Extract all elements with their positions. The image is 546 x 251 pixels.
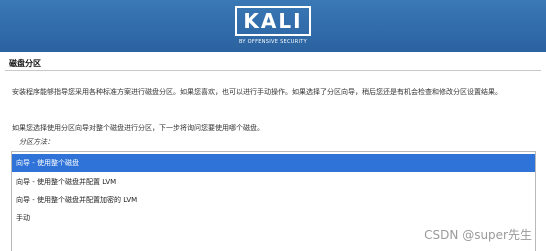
option-label: 向导 - 使用整个磁盘并配置加密的 LVM: [16, 196, 138, 204]
option-guided-entire-disk[interactable]: 向导 - 使用整个磁盘: [12, 154, 535, 172]
option-guided-entire-disk-encrypted-lvm[interactable]: 向导 - 使用整个磁盘并配置加密的 LVM: [12, 191, 535, 209]
option-guided-entire-disk-lvm[interactable]: 向导 - 使用整个磁盘并配置 LVM: [12, 173, 535, 191]
option-label: 向导 - 使用整个磁盘并配置 LVM: [16, 178, 117, 186]
partition-method-label: 分区方法：: [19, 138, 54, 146]
header-banner: KALI BY OFFENSIVE SECURITY: [0, 0, 546, 52]
divider: [5, 70, 541, 71]
logo-text: KALI: [235, 6, 311, 36]
logo-subtitle: BY OFFENSIVE SECURITY: [238, 39, 308, 45]
description-text: 安装程序能够指导您采用各种标准方案进行磁盘分区。如果您喜欢，也可以进行手动操作。…: [12, 88, 502, 96]
prompt-text: 如果您选择使用分区向导对整个磁盘进行分区，下一步将询问您要使用哪个磁盘。: [12, 124, 264, 132]
page-title: 磁盘分区: [9, 59, 41, 68]
watermark: CSDN @super先生: [424, 228, 532, 242]
kali-logo: KALI BY OFFENSIVE SECURITY: [235, 6, 311, 48]
option-manual[interactable]: 手动: [12, 209, 535, 227]
option-label: 手动: [16, 214, 30, 222]
option-label: 向导 - 使用整个磁盘: [16, 159, 79, 167]
